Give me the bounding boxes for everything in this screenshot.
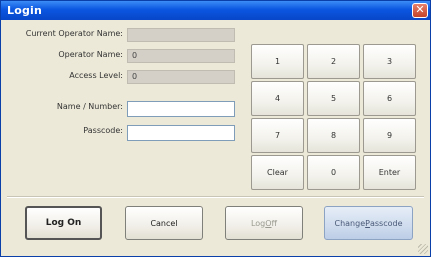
change-passcode-label-prefix: Change (334, 218, 366, 228)
window-title: Login (7, 4, 43, 17)
key-6[interactable]: 6 (363, 81, 416, 116)
operator-name-label: Operator Name: (58, 50, 123, 59)
dialog-body: Current Operator Name: Operator Name: 0 … (1, 20, 430, 256)
resize-grip-icon[interactable] (418, 244, 428, 254)
passcode-label: Passcode: (83, 126, 123, 135)
passcode-input[interactable] (127, 125, 235, 141)
key-3[interactable]: 3 (363, 44, 416, 79)
title-bar[interactable]: Login ✕ (1, 1, 430, 20)
cancel-button[interactable]: Cancel (125, 206, 203, 240)
name-number-label: Name / Number: (56, 102, 123, 111)
close-icon: ✕ (415, 3, 425, 16)
change-passcode-button[interactable]: Change Passcode (324, 206, 413, 240)
log-on-button[interactable]: Log On (25, 206, 102, 240)
log-off-label-suffix: ff (271, 218, 278, 228)
current-operator-label: Current Operator Name: (25, 29, 123, 38)
current-operator-field (127, 28, 235, 42)
key-1[interactable]: 1 (251, 44, 304, 79)
log-off-button[interactable]: Log Off (225, 206, 303, 240)
name-number-input[interactable] (127, 101, 235, 117)
login-dialog: Login ✕ Current Operator Name: Operator … (0, 0, 431, 257)
operator-name-field: 0 (127, 49, 235, 63)
close-button[interactable]: ✕ (412, 3, 428, 18)
key-0[interactable]: 0 (307, 155, 360, 190)
key-9[interactable]: 9 (363, 118, 416, 153)
key-clear[interactable]: Clear (251, 155, 304, 190)
key-2[interactable]: 2 (307, 44, 360, 79)
access-level-label: Access Level: (69, 71, 123, 80)
key-7[interactable]: 7 (251, 118, 304, 153)
change-passcode-label-suffix: asscode (369, 218, 403, 228)
key-5[interactable]: 5 (307, 81, 360, 116)
log-off-label-prefix: Log (250, 218, 266, 228)
key-8[interactable]: 8 (307, 118, 360, 153)
separator (7, 196, 424, 198)
access-level-field: 0 (127, 70, 235, 84)
key-enter[interactable]: Enter (363, 155, 416, 190)
key-4[interactable]: 4 (251, 81, 304, 116)
